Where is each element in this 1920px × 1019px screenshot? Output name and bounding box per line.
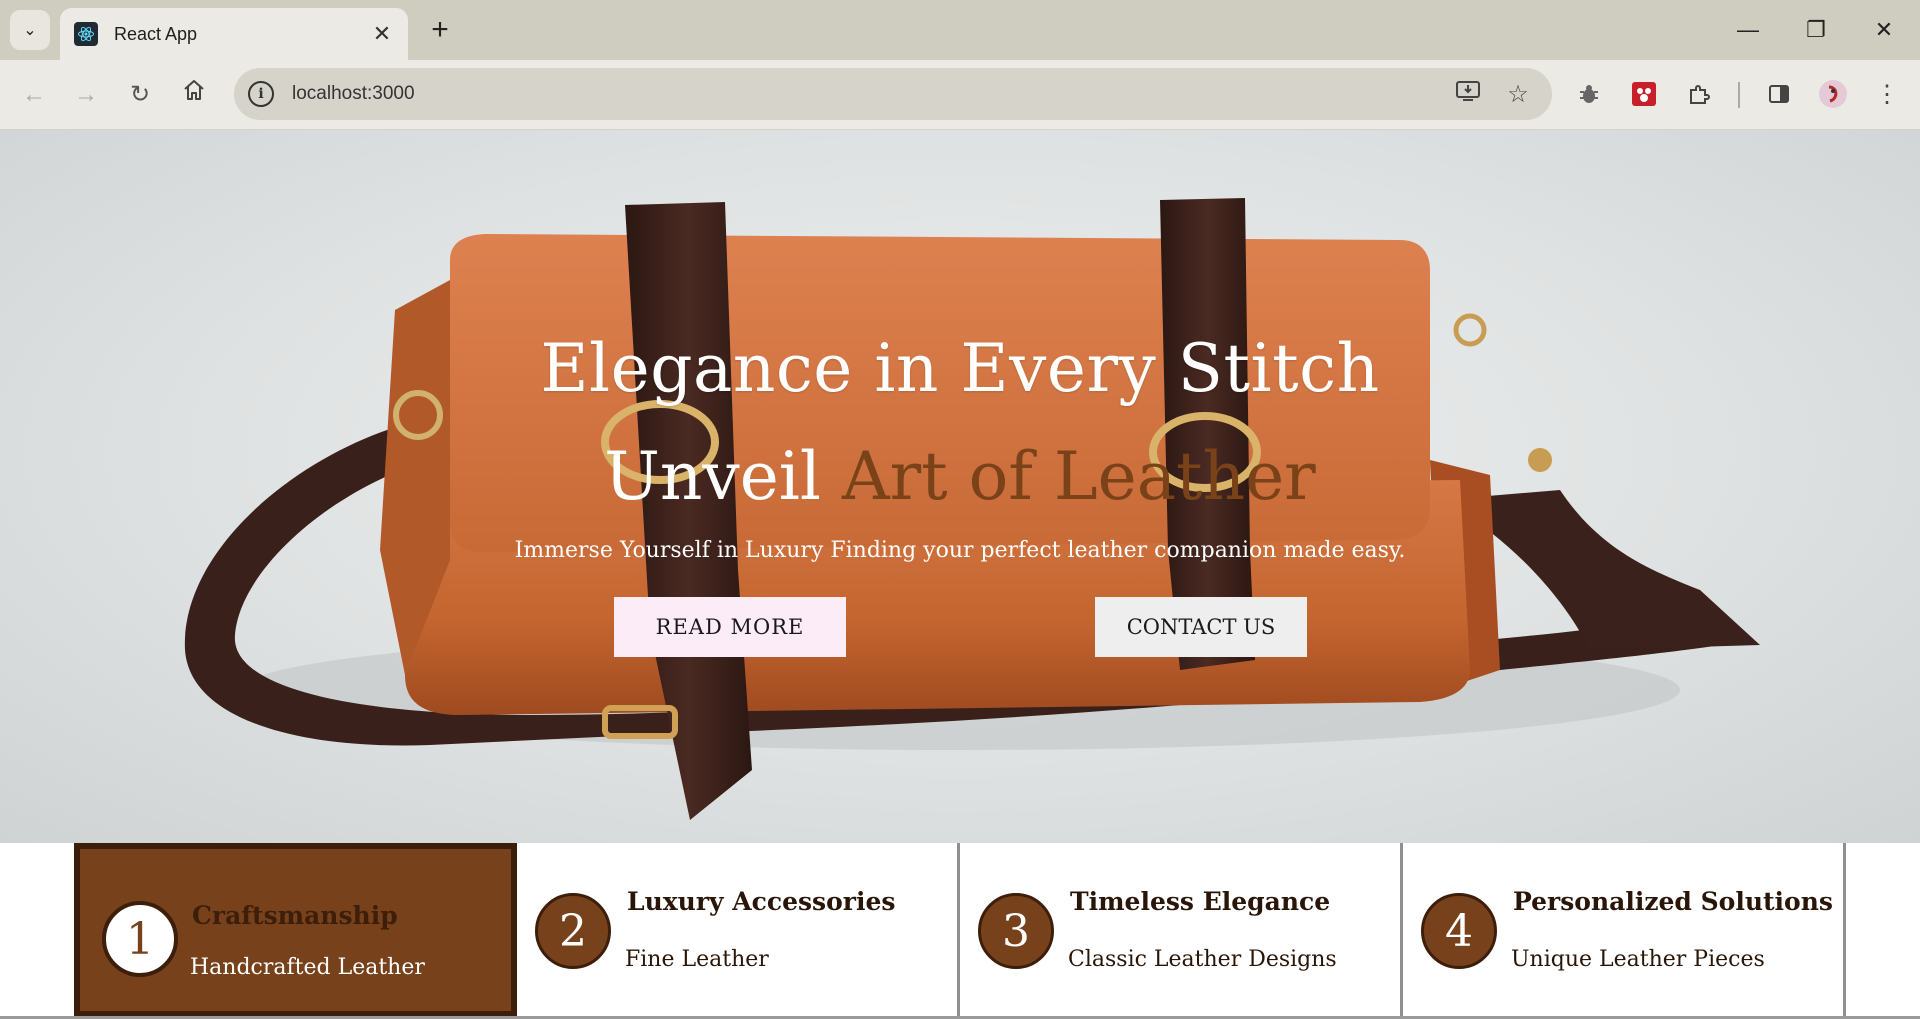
features-section: 1 Craftsmanship Handcrafted Leather 2 Lu… [0, 843, 1920, 1019]
feature-text: Fine Leather [625, 947, 769, 972]
reload-icon: ↻ [129, 81, 151, 108]
restore-icon: ❐ [1806, 17, 1826, 42]
tab-search-button[interactable]: ⌄ [10, 10, 50, 50]
feature-text: Classic Leather Designs [1068, 947, 1337, 972]
back-icon: ← [22, 81, 46, 108]
plus-icon: + [431, 13, 449, 46]
window-close-button[interactable]: ✕ [1856, 10, 1912, 50]
red-extension-icon[interactable] [1627, 77, 1661, 111]
sidepanel-icon[interactable] [1762, 77, 1796, 111]
browser-tab[interactable]: React App ✕ [60, 8, 408, 60]
install-icon[interactable] [1448, 79, 1488, 110]
home-button[interactable] [174, 75, 214, 115]
more-menu-icon[interactable]: ⋮ [1870, 77, 1904, 111]
hero-subtitle-plain: Unveil [604, 438, 821, 515]
restore-button[interactable]: ❐ [1788, 10, 1844, 50]
react-favicon-icon [74, 22, 98, 46]
feature-title: Craftsmanship [192, 901, 398, 930]
url-text[interactable]: localhost:3000 [292, 83, 1438, 105]
feature-card-timeless-elegance[interactable]: 3 Timeless Elegance Classic Leather Desi… [960, 843, 1403, 1017]
info-icon[interactable]: i [248, 81, 274, 107]
contact-us-button[interactable]: CONTACT US [1095, 597, 1307, 657]
feature-card-personalized-solutions[interactable]: 4 Personalized Solutions Unique Leather … [1403, 843, 1846, 1017]
hero-description: Immerse Yourself in Luxury Finding your … [514, 538, 1406, 563]
feature-number: 4 [1421, 893, 1497, 969]
reload-button[interactable]: ↻ [120, 75, 160, 115]
browser-tab-bar: ⌄ React App ✕ + — ❐ ✕ [0, 0, 1920, 60]
hero-section: Elegance in Every Stitch Unveil Art of L… [0, 130, 1920, 843]
back-button[interactable]: ← [14, 75, 54, 115]
hero-content: Elegance in Every Stitch Unveil Art of L… [0, 130, 1920, 843]
feature-title: Luxury Accessories [627, 887, 896, 916]
feature-title: Timeless Elegance [1070, 887, 1331, 916]
close-icon[interactable]: ✕ [370, 21, 394, 47]
chevron-down-icon: ⌄ [23, 22, 37, 39]
hero-subtitle: Unveil Art of Leather [0, 438, 1920, 515]
new-tab-button[interactable]: + [422, 12, 458, 48]
feature-title: Personalized Solutions [1513, 887, 1833, 916]
minimize-button[interactable]: — [1720, 10, 1776, 50]
feature-number: 1 [102, 901, 178, 977]
feature-card-luxury-accessories[interactable]: 2 Luxury Accessories Fine Leather [517, 843, 960, 1017]
feature-text: Handcrafted Leather [190, 955, 425, 980]
minimize-icon: — [1737, 17, 1759, 42]
forward-button[interactable]: → [66, 75, 106, 115]
bug-extension-icon[interactable] [1572, 77, 1606, 111]
profile-avatar-icon[interactable] [1816, 77, 1850, 111]
feature-text: Unique Leather Pieces [1511, 947, 1765, 972]
browser-toolbar: ← → ↻ i localhost:3000 ☆ ⋮ [0, 60, 1920, 130]
feature-number: 2 [535, 893, 611, 969]
star-icon[interactable]: ☆ [1498, 80, 1538, 109]
forward-icon: → [74, 81, 98, 108]
feature-card-craftsmanship[interactable]: 1 Craftsmanship Handcrafted Leather [74, 843, 517, 1017]
feature-number: 3 [978, 893, 1054, 969]
address-bar[interactable]: i localhost:3000 ☆ [234, 68, 1552, 120]
toolbar-divider [1738, 82, 1740, 108]
home-icon [182, 80, 206, 108]
window-close-icon: ✕ [1874, 17, 1894, 42]
puzzle-icon[interactable] [1682, 77, 1716, 111]
hero-title: Elegance in Every Stitch [540, 330, 1380, 407]
tab-title: React App [114, 23, 198, 44]
read-more-button[interactable]: READ MORE [614, 597, 846, 657]
hero-subtitle-accent: Art of Leather [841, 438, 1316, 515]
